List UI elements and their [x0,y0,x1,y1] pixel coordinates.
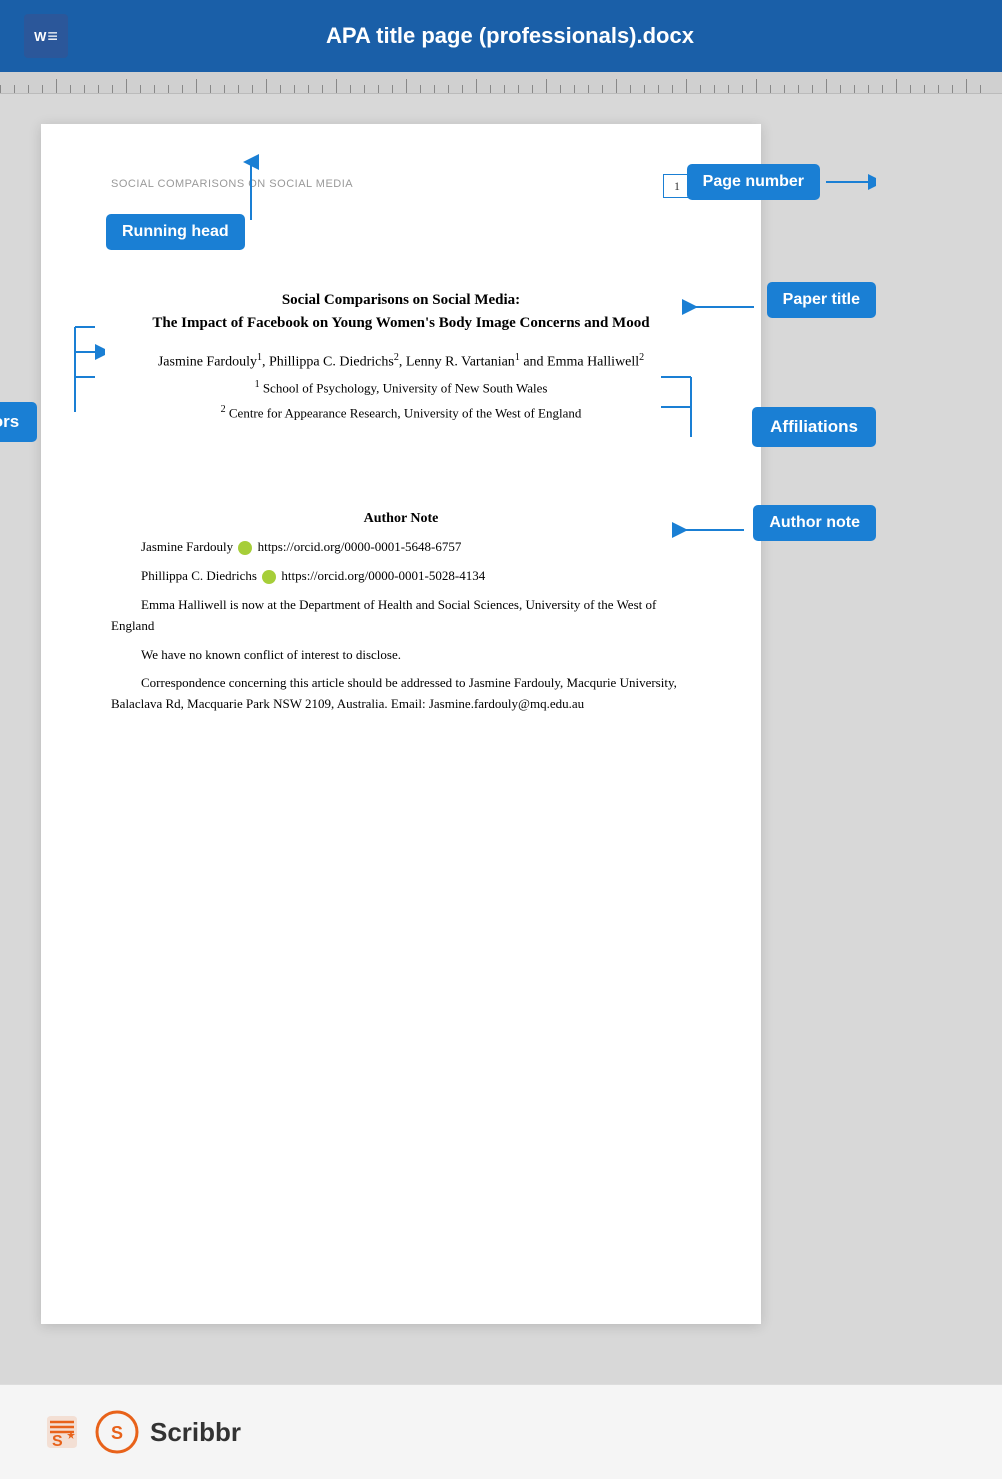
ruler [0,72,1002,94]
title-bar: W ≡ APA title page (professionals).docx [0,0,1002,72]
header-section: SOCIAL COMPARISONS ON SOCIAL MEDIA 1 [111,174,691,198]
page-number-label[interactable]: Page number [687,164,820,200]
author-note-section: Author note Author Note Jasmine Fa [111,511,691,715]
orcid-icon-2: ● [262,570,276,584]
author-note-line-4: We have no known conflict of interest to… [111,645,691,666]
page-number-arrow [826,168,876,196]
word-icon: W ≡ [24,14,68,58]
paper-title-section: Paper title Social Comparisons on Social… [111,292,691,332]
author-note-heading: Author Note [111,511,691,527]
affiliations-label-container: Affiliations [752,407,876,447]
author-note-line-2: Phillippa C. Diedrichs ● https://orcid.o… [111,566,691,587]
author-note-line-3: Emma Halliwell is now at the Department … [111,595,691,637]
scribbr-logo-icon: S [94,1409,140,1455]
running-head-text: SOCIAL COMPARISONS ON SOCIAL MEDIA [111,174,353,192]
page-number-label-container: Page number [687,164,876,200]
paper-title-main-text: Social Comparisons on Social Media: [111,292,691,309]
paper-title-sub-text: The Impact of Facebook on Young Women's … [111,315,691,332]
authors-line: Jasmine Fardouly1, Phillippa C. Diedrich… [111,352,691,371]
author-note-line-1: Jasmine Fardouly ● https://orcid.org/000… [111,537,691,558]
authors-section: Jasmine Fardouly1, Phillippa C. Diedrich… [111,352,691,421]
running-head-label[interactable]: Running head [106,214,245,250]
authors-label-container: Authors [0,402,37,442]
svg-text:S: S [52,1433,63,1450]
svg-text:S: S [111,1423,123,1443]
paper-title-label-container: Paper title [767,282,876,318]
author-note-label[interactable]: Author note [753,505,876,541]
affiliation-2: 2 Centre for Appearance Research, Univer… [111,404,691,421]
running-head-label-container: Running head [106,214,245,250]
footer-bar: S S Scribbr [0,1384,1002,1479]
orcid-icon-1: ● [238,541,252,555]
author-note-label-container: Author note [753,505,876,541]
author-note-line-5: Correspondence concerning this article s… [111,673,691,715]
scribbr-name: Scribbr [150,1417,241,1448]
affiliation-1: 1 School of Psychology, University of Ne… [111,379,691,396]
page-wrapper: SOCIAL COMPARISONS ON SOCIAL MEDIA 1 [0,94,1002,1384]
document-title: APA title page (professionals).docx [86,23,934,49]
paper-title-label[interactable]: Paper title [767,282,876,318]
scribbr-icon: S [40,1410,84,1454]
affiliations-label[interactable]: Affiliations [752,407,876,447]
authors-connector-svg [45,322,105,422]
document-page: SOCIAL COMPARISONS ON SOCIAL MEDIA 1 [41,124,761,1324]
scribbr-logo: S S Scribbr [40,1409,241,1455]
authors-label[interactable]: Authors [0,402,37,442]
